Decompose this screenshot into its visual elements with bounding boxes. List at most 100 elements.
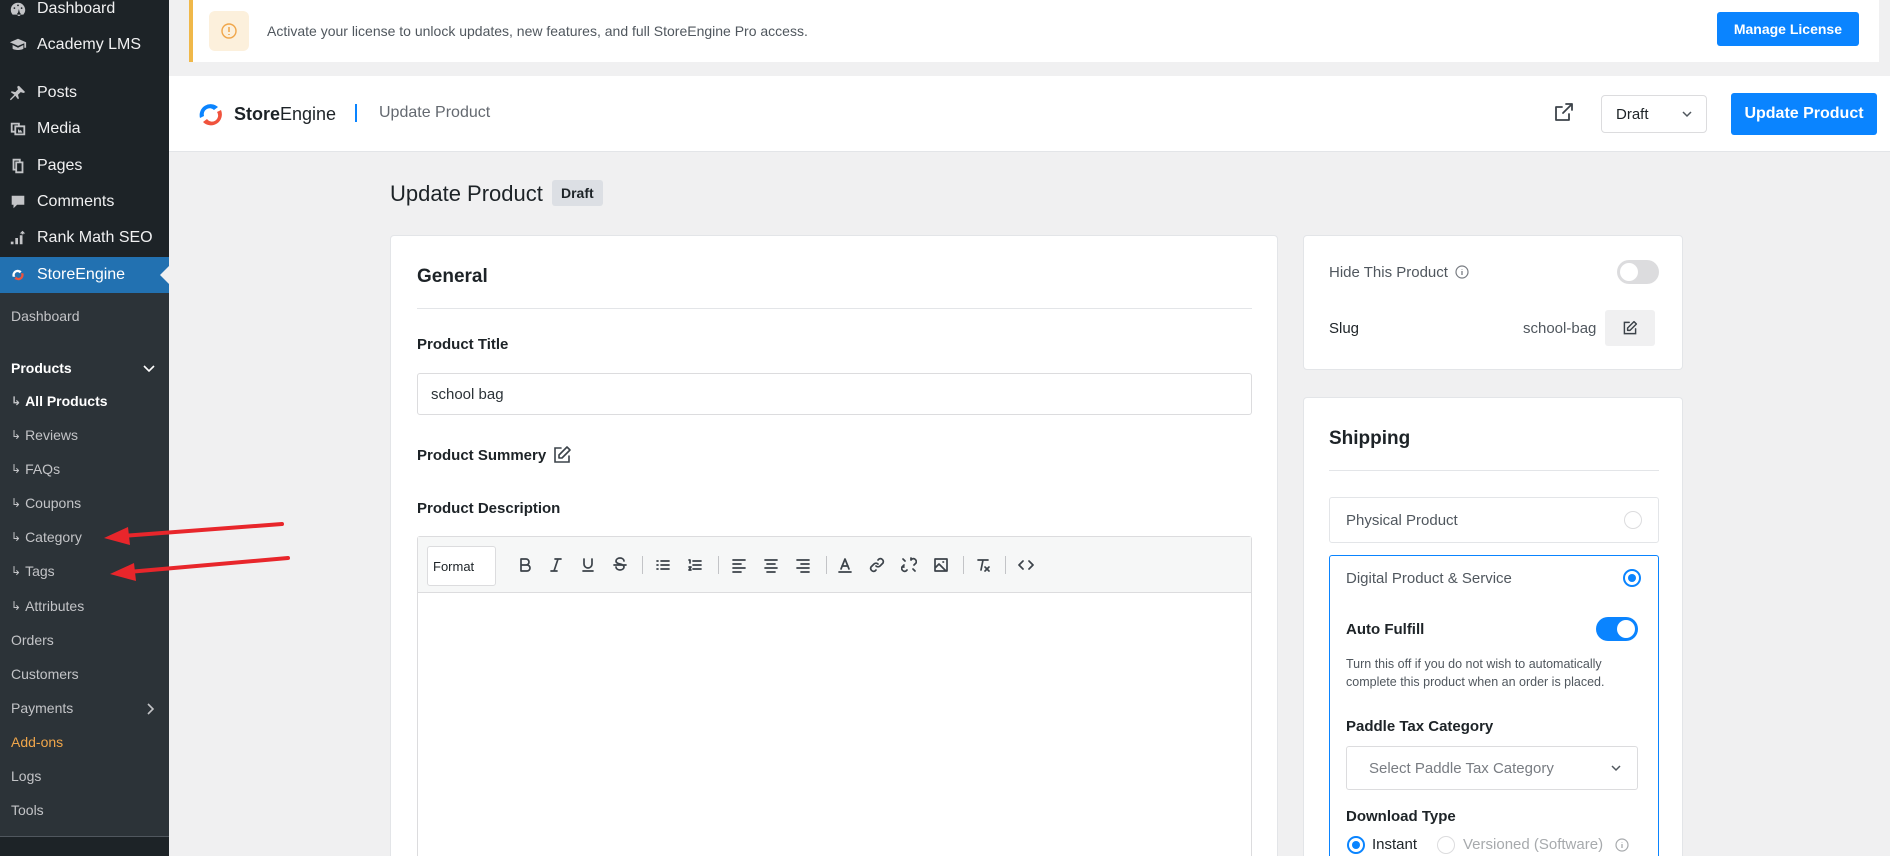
- menu-pages[interactable]: Pages: [0, 148, 169, 184]
- clear-formatting-icon[interactable]: [971, 553, 995, 577]
- editor-toolbar: Format: [418, 537, 1251, 593]
- submenu-label: Tags: [25, 563, 55, 579]
- slug-value: school-bag: [1523, 320, 1597, 337]
- storeengine-header: StoreEngine Update Product Draft Update …: [169, 76, 1890, 152]
- info-icon[interactable]: [1615, 838, 1629, 856]
- submenu-label: Attributes: [25, 598, 85, 614]
- submenu-label: Category: [25, 529, 82, 545]
- physical-product-label: Physical Product: [1346, 512, 1458, 529]
- update-product-button[interactable]: Update Product: [1731, 93, 1877, 135]
- paddle-tax-select[interactable]: Select Paddle Tax Category: [1346, 746, 1638, 790]
- strikethrough-icon[interactable]: [608, 553, 632, 577]
- menu-storeengine[interactable]: StoreEngine: [0, 257, 169, 293]
- submenu-addons[interactable]: Add-ons: [11, 730, 63, 754]
- description-editor[interactable]: Format: [417, 536, 1252, 856]
- text-color-icon[interactable]: [833, 553, 857, 577]
- submenu-label: Dashboard: [11, 308, 80, 324]
- menu-comments[interactable]: Comments: [0, 184, 169, 220]
- status-value: Draft: [1616, 105, 1649, 123]
- submenu-all-products[interactable]: ↳ All Products: [11, 389, 108, 413]
- info-icon[interactable]: [1455, 265, 1469, 284]
- dashboard-icon: [8, 0, 28, 19]
- italic-icon[interactable]: [544, 553, 568, 577]
- physical-product-option[interactable]: Physical Product: [1329, 497, 1659, 543]
- submenu-logs[interactable]: Logs: [11, 764, 41, 788]
- menu-label: Comments: [37, 193, 115, 210]
- comments-icon: [8, 192, 28, 212]
- align-left-icon[interactable]: [727, 553, 751, 577]
- storeengine-logo[interactable]: StoreEngine: [194, 98, 336, 130]
- bullet-list-icon[interactable]: [651, 553, 675, 577]
- auto-fulfill-label: Auto Fulfill: [1346, 621, 1425, 638]
- format-select[interactable]: Format: [427, 546, 496, 586]
- unlink-icon[interactable]: [897, 553, 921, 577]
- digital-product-label: Digital Product & Service: [1346, 570, 1512, 587]
- toolbar-separator: [718, 556, 719, 574]
- submenu-tags[interactable]: ↳ Tags: [11, 559, 55, 583]
- edit-slug-button[interactable]: [1605, 310, 1655, 346]
- info-icon: [209, 11, 249, 51]
- link-icon[interactable]: [865, 553, 889, 577]
- general-divider: [417, 308, 1252, 309]
- submenu-label: Add-ons: [11, 734, 64, 750]
- slug-label: Slug: [1329, 320, 1360, 337]
- submenu-label: FAQs: [25, 461, 61, 477]
- digital-product-radio[interactable]: [1623, 569, 1641, 587]
- toolbar-separator: [826, 556, 827, 574]
- submenu-products[interactable]: Products: [11, 356, 72, 380]
- submenu-label: Payments: [11, 700, 74, 716]
- product-title-label: Product Title: [417, 336, 509, 353]
- submenu-orders[interactable]: Orders: [11, 628, 54, 652]
- physical-product-radio[interactable]: [1624, 511, 1642, 529]
- submenu-category[interactable]: ↳ Category: [11, 525, 82, 549]
- admin-sidebar: Dashboard Academy LMS Posts Media Pages …: [0, 0, 169, 856]
- notice-text: Activate your license to unlock updates,…: [267, 23, 808, 39]
- submenu-payments[interactable]: Payments: [11, 696, 73, 720]
- submenu-label: Logs: [11, 768, 42, 784]
- brand-name-bold: Store: [234, 103, 281, 124]
- underline-icon[interactable]: [576, 553, 600, 577]
- align-right-icon[interactable]: [791, 553, 815, 577]
- menu-label: Pages: [37, 157, 83, 174]
- submenu-reviews[interactable]: ↳ Reviews: [11, 423, 78, 447]
- chevron-right-icon[interactable]: [147, 703, 155, 718]
- product-title-value: school bag: [431, 385, 504, 403]
- submenu-customers[interactable]: Customers: [11, 662, 79, 686]
- code-icon[interactable]: [1014, 553, 1038, 577]
- versioned-radio[interactable]: [1437, 836, 1455, 854]
- instant-radio[interactable]: [1347, 836, 1365, 854]
- submenu-attributes[interactable]: ↳ Attributes: [11, 594, 84, 618]
- submenu-label: All Products: [25, 393, 108, 409]
- menu-rank-math-seo[interactable]: Rank Math SEO: [0, 220, 169, 256]
- manage-license-button[interactable]: Manage License: [1716, 12, 1859, 46]
- chevron-down-icon: [1680, 107, 1694, 125]
- hide-product-label: Hide This Product: [1329, 264, 1448, 281]
- product-title-input[interactable]: school bag: [417, 373, 1252, 415]
- status-select[interactable]: Draft: [1601, 95, 1707, 133]
- submenu-label: Customers: [11, 666, 79, 682]
- menu-posts[interactable]: Posts: [0, 75, 169, 111]
- menu-academy-lms[interactable]: Academy LMS: [0, 27, 169, 63]
- menu-dashboard[interactable]: Dashboard: [0, 0, 169, 27]
- header-title: Update Product: [379, 104, 491, 121]
- external-link-icon[interactable]: [1553, 101, 1577, 125]
- bold-icon[interactable]: [513, 553, 537, 577]
- submenu-faqs[interactable]: ↳ FAQs: [11, 457, 60, 481]
- chevron-down-icon[interactable]: [143, 362, 155, 376]
- format-label: Format: [433, 558, 475, 574]
- submenu-tools[interactable]: Tools: [11, 798, 44, 822]
- download-type-label: Download Type: [1346, 808, 1456, 825]
- hide-product-toggle[interactable]: [1617, 260, 1659, 284]
- auto-fulfill-toggle[interactable]: [1596, 617, 1638, 641]
- sub-arrow-icon: ↳: [11, 496, 22, 510]
- edit-summary-icon[interactable]: [552, 445, 572, 470]
- submenu-dashboard[interactable]: Dashboard: [11, 304, 80, 328]
- menu-media[interactable]: Media: [0, 111, 169, 147]
- submenu-coupons[interactable]: ↳ Coupons: [11, 491, 81, 515]
- sub-arrow-icon: ↳: [11, 462, 22, 476]
- storeengine-icon: [8, 265, 28, 285]
- image-icon[interactable]: [929, 553, 953, 577]
- align-center-icon[interactable]: [759, 553, 783, 577]
- numbered-list-icon[interactable]: [683, 553, 707, 577]
- sub-arrow-icon: ↳: [11, 564, 22, 578]
